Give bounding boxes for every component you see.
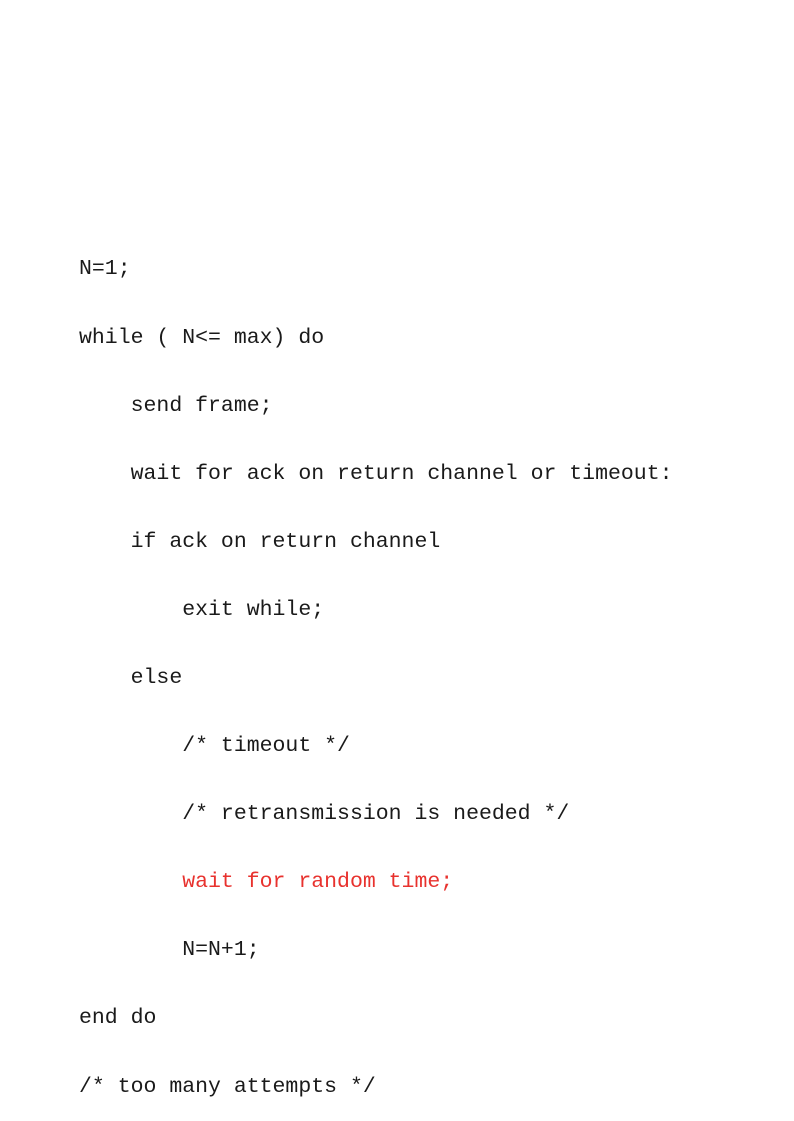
code-line-n-init: N=1; (79, 257, 131, 282)
code-line-exit-while: exit while; (79, 597, 325, 622)
code-line-else: else (79, 665, 183, 690)
code-line-if-ack: if ack on return channel (79, 529, 441, 554)
code-line-increment: N=N+1; (79, 938, 260, 963)
code-line-comment-retransmission: /* retransmission is needed */ (79, 802, 570, 827)
code-line-comment-too-many: /* too many attempts */ (79, 1074, 376, 1099)
code-line-send-frame: send frame; (79, 393, 273, 418)
code-line-comment-timeout: /* timeout */ (79, 734, 350, 759)
code-line-wait-ack: wait for ack on return channel or timeou… (79, 461, 673, 486)
code-line-wait-random-highlighted: wait for random time; (79, 870, 454, 895)
pseudocode-block: N=1; while ( N<= max) do send frame; wai… (79, 213, 673, 1121)
code-line-end-do: end do (79, 1006, 157, 1031)
code-line-while-loop: while ( N<= max) do (79, 325, 325, 350)
